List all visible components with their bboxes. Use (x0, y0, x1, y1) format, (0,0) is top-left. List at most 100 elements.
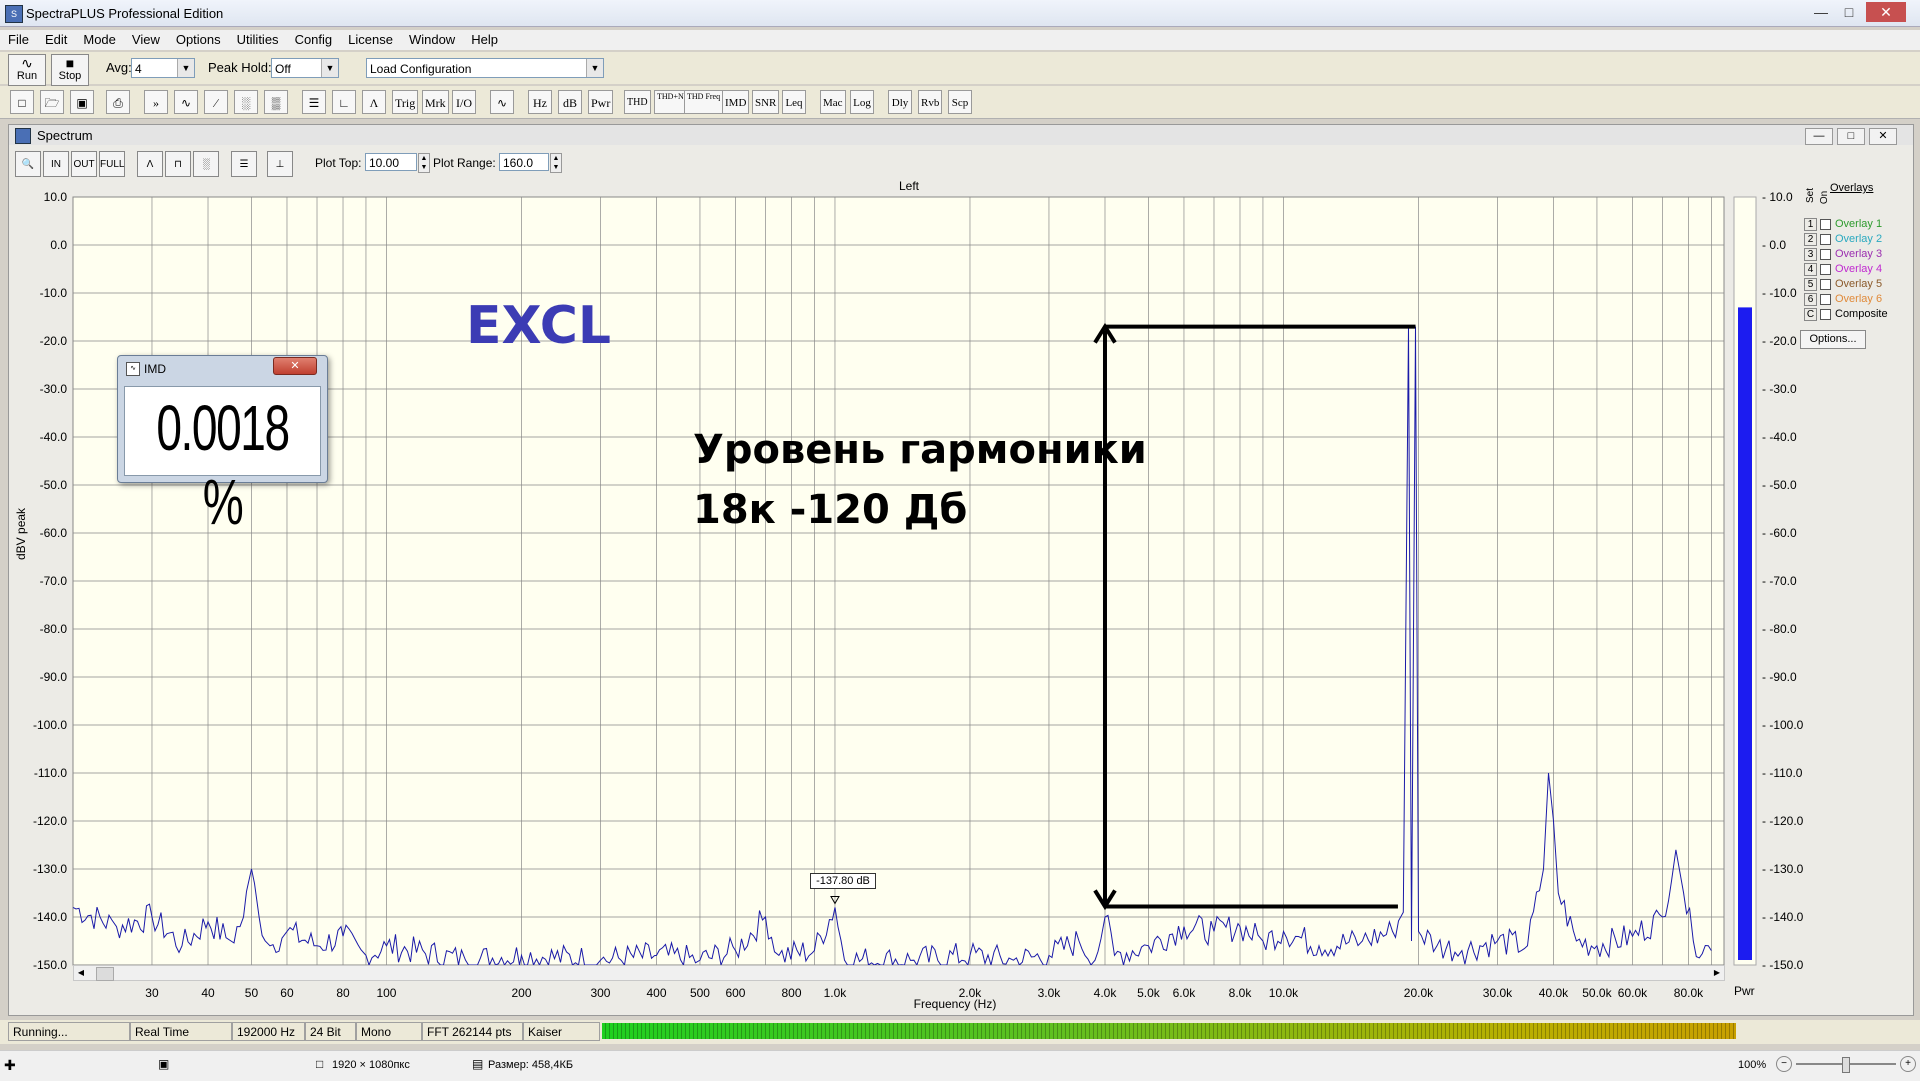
overlay-checkbox[interactable] (1820, 233, 1831, 245)
x-tick-label: 400 (646, 986, 666, 1000)
y-tick-label: -130.0 (33, 862, 67, 876)
overlay-row-6[interactable]: 6 Overlay 6 (1804, 292, 1888, 307)
overlay-row-2[interactable]: 2 Overlay 2 (1804, 232, 1888, 247)
overlay-label: Overlay 3 (1835, 248, 1883, 260)
horizontal-scrollbar[interactable]: ◀ ▶ (73, 965, 1725, 981)
imd-close-button[interactable]: ✕ (273, 357, 317, 375)
x-tick-label: 50 (245, 986, 259, 1000)
imd-value: 0.0018 % (156, 392, 290, 538)
overlay-row-1[interactable]: 1 Overlay 1 (1804, 217, 1888, 232)
note-annotation: Уровень гармоники 18к -120 Дб (693, 420, 1147, 540)
overlay-checkbox[interactable] (1820, 293, 1831, 305)
overlay-label: Composite (1835, 308, 1888, 320)
overlays-panel: Overlays Set On 1 Overlay 1 2 Overlay 2 3 O… (1800, 180, 1912, 350)
y-tick-label: -90.0 (40, 670, 68, 684)
dims-icon: □ (316, 1057, 324, 1071)
overlays-title: Overlays (1830, 182, 1874, 194)
x-tick-label: 20.0k (1404, 986, 1434, 1000)
y-tick-label-right: - -110.0 (1762, 766, 1803, 780)
overlay-row-3[interactable]: 3 Overlay 3 (1804, 247, 1888, 262)
overlay-checkbox[interactable] (1820, 263, 1831, 275)
x-axis-label: Frequency (Hz) (913, 997, 997, 1011)
y-tick-label-right: - -60.0 (1762, 526, 1797, 540)
x-tick-label: 6.0k (1173, 986, 1197, 1000)
status-rate: 192000 Hz (232, 1022, 305, 1041)
overlay-checkbox[interactable] (1820, 308, 1831, 320)
spectrum-chart: 10.0 0.0 -10.0 -20.0 -30.0 -40.0 -50.0 -60.0 -70… (33, 190, 1804, 1000)
x-tick-label: 60.0k (1618, 986, 1648, 1000)
imd-readout-box: 0.0018 % (124, 386, 321, 538)
y-tick-label: -20.0 (40, 334, 68, 348)
note-line-1: Уровень гармоники (693, 427, 1147, 473)
status-window: Kaiser (523, 1022, 600, 1041)
overlay-num[interactable]: 1 (1804, 218, 1817, 231)
y-tick-label: 10.0 (44, 190, 68, 204)
status-mode: Real Time (130, 1022, 232, 1041)
file-size: Размер: 458,4КБ (488, 1059, 574, 1071)
y-tick-label-right: - -100.0 (1762, 718, 1804, 732)
overlay-num[interactable]: 2 (1804, 233, 1817, 246)
y-tick-label: 0.0 (50, 238, 67, 252)
zoom-in-icon[interactable]: + (1900, 1056, 1916, 1072)
overlay-label: Overlay 1 (1835, 218, 1883, 230)
y-tick-label-right: - -140.0 (1762, 910, 1804, 924)
overlay-row-4[interactable]: 4 Overlay 4 (1804, 262, 1888, 277)
x-tick-label: 10.0k (1269, 986, 1299, 1000)
zoom-slider-thumb[interactable] (1842, 1057, 1850, 1073)
status-state: Running... (8, 1022, 130, 1041)
y-tick-label: -80.0 (40, 622, 68, 636)
y-tick-label-right: - -30.0 (1762, 382, 1797, 396)
x-tick-label: 5.0k (1137, 986, 1161, 1000)
y-tick-label-right: - -20.0 (1762, 334, 1797, 348)
zoom-slider[interactable] (1796, 1057, 1896, 1073)
y-tick-label: -10.0 (40, 286, 68, 300)
overlay-num[interactable]: 6 (1804, 293, 1817, 306)
overlay-checkbox[interactable] (1820, 248, 1831, 260)
y-tick-label: -30.0 (40, 382, 68, 396)
zoom-out-icon[interactable]: − (1776, 1056, 1792, 1072)
overlay-num[interactable]: 4 (1804, 263, 1817, 276)
scroll-right-icon[interactable]: ▶ (1710, 966, 1724, 980)
y-tick-label-right: - 10.0 (1762, 190, 1793, 204)
meter-fill (1738, 307, 1752, 960)
overlay-num[interactable]: C (1804, 308, 1817, 321)
y-tick-label-right: - -150.0 (1762, 958, 1804, 972)
overlay-num[interactable]: 5 (1804, 278, 1817, 291)
overlays-options-button[interactable]: Options... (1800, 330, 1866, 349)
overlay-label: Overlay 6 (1835, 293, 1883, 305)
x-tick-label: 80.0k (1674, 986, 1704, 1000)
overlay-label: Overlay 2 (1835, 233, 1883, 245)
meter-label: Pwr (1734, 984, 1755, 998)
y-tick-label: -110.0 (34, 766, 67, 780)
x-tick-label: 500 (690, 986, 710, 1000)
overlays-on-label: On (1819, 190, 1831, 205)
overlay-label: Overlay 4 (1835, 263, 1883, 275)
overlay-checkbox[interactable] (1820, 218, 1831, 230)
x-tick-label: 40.0k (1539, 986, 1569, 1000)
x-tick-label: 1.0k (824, 986, 848, 1000)
x-tick-label: 100 (376, 986, 396, 1000)
image-dimensions: 1920 × 1080пкс (332, 1059, 410, 1071)
overlay-row-5[interactable]: 5 Overlay 5 (1804, 277, 1888, 292)
imd-window[interactable]: ∿ IMD ✕ 0.0018 % (117, 355, 328, 538)
overlay-checkbox[interactable] (1820, 278, 1831, 290)
overlays-list: 1 Overlay 1 2 Overlay 2 3 Overlay 3 4 Overla… (1804, 217, 1888, 322)
y-tick-label-right: - 0.0 (1762, 238, 1786, 252)
y-tick-label-right: - -80.0 (1762, 622, 1797, 636)
y-tick-label: -120.0 (33, 814, 67, 828)
x-tick-label: 4.0k (1094, 986, 1118, 1000)
y-tick-label: -140.0 (33, 910, 67, 924)
scroll-left-icon[interactable]: ◀ (74, 966, 88, 980)
selection-icon: ▣ (158, 1057, 170, 1071)
x-tick-label: 8.0k (1229, 986, 1253, 1000)
x-tick-label: 200 (511, 986, 531, 1000)
x-tick-label: 60 (280, 986, 294, 1000)
overlay-num[interactable]: 3 (1804, 248, 1817, 261)
overlay-row-composite[interactable]: C Composite (1804, 307, 1888, 322)
y-tick-label-right: - -40.0 (1762, 430, 1797, 444)
x-tick-label: 600 (725, 986, 745, 1000)
scroll-thumb[interactable] (96, 967, 114, 981)
x-tick-label: 800 (781, 986, 801, 1000)
viewer-bottom-bar: ✚ ▣ □ 1920 × 1080пкс ▤ Размер: 458,4КБ 1… (0, 1050, 1920, 1081)
imd-window-title: IMD (144, 362, 166, 376)
